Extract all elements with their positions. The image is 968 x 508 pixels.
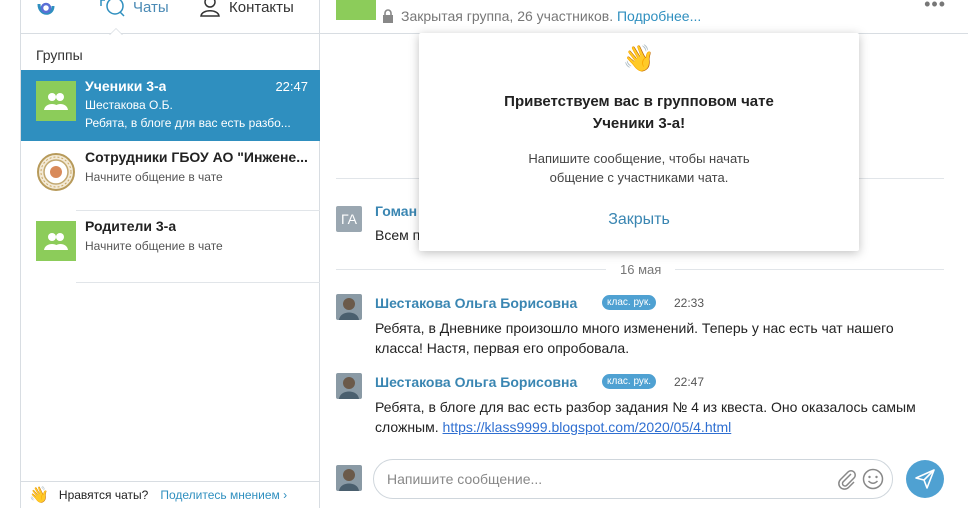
popup-title: Приветствуем вас в групповом чате Ученик… [439, 91, 839, 135]
lock-icon [383, 9, 393, 23]
message-time: 22:47 [674, 375, 705, 389]
chat-preview: Начните общение в чате [85, 170, 223, 184]
chat-header: Закрытая группа, 26 участников. Подробне… [320, 0, 968, 34]
chat-bubbles-icon [100, 0, 125, 17]
my-avatar-photo[interactable] [336, 465, 362, 491]
chat-divider [76, 282, 320, 283]
group-avatar [36, 81, 76, 121]
message-input[interactable] [373, 459, 893, 499]
chat-sidebar: Чаты Контакты Группы Ученики 3-а 22:47 Ш… [20, 0, 320, 508]
tab-chats[interactable]: Чаты [99, 0, 169, 18]
chat-item-parents-3a[interactable]: Родители 3-а Начните общение в чате [21, 211, 320, 282]
app-logo-icon[interactable] [33, 0, 59, 20]
welcome-popup: 👋 Приветствуем вас в групповом чате Учен… [419, 33, 859, 251]
user-avatar-initials[interactable]: ГА [336, 206, 362, 232]
active-tab-marker [109, 28, 123, 35]
popup-text-line2: общение с участниками чата. [549, 170, 729, 185]
emoji-icon[interactable] [862, 468, 884, 490]
message-text: Ребята, в Дневнике произошло много измен… [375, 320, 894, 356]
user-avatar-photo[interactable] [336, 373, 362, 399]
paperclip-icon[interactable] [836, 468, 858, 490]
more-options-icon[interactable]: ••• [924, 0, 946, 15]
feedback-bar: 👋 Нравятся чаты? Поделитесь мнением › [21, 481, 320, 508]
chat-preview: Начните общение в чате [85, 239, 223, 253]
feedback-question: Нравятся чаты? [58, 488, 149, 502]
chat-header-avatar[interactable] [336, 0, 376, 20]
message-text-container: Ребята, в блоге для вас есть разбор зада… [375, 397, 940, 437]
message: Шестакова Ольга Борисовна клас. рук. 22:… [336, 373, 936, 437]
popup-text-line1: Напишите сообщение, чтобы начать [528, 151, 750, 166]
group-avatar [36, 221, 76, 261]
chat-header-info: Закрытая группа, 26 участников. Подробне… [401, 8, 701, 24]
user-avatar-photo[interactable] [336, 294, 362, 320]
popup-text: Напишите сообщение, чтобы начать общение… [459, 149, 819, 187]
group-members-info: Закрытая группа, 26 участников. [401, 8, 614, 24]
date-separator-label: 16 мая [606, 262, 676, 277]
chat-main: Закрытая группа, 26 участников. Подробне… [320, 0, 968, 508]
group-icon [44, 93, 68, 110]
tab-contacts-label: Контакты [229, 0, 294, 16]
role-badge: клас. рук. [602, 295, 657, 310]
popup-title-line2: Ученики 3-а! [592, 115, 686, 132]
send-icon [915, 469, 935, 489]
chat-title: Сотрудники ГБОУ АО "Инжене... [85, 149, 308, 165]
chat-preview: Ребята, в блоге для вас есть разбо... [85, 116, 291, 130]
waving-hand-icon: 👋 [29, 487, 49, 504]
chat-title: Ученики 3-а [85, 78, 167, 94]
chat-title: Родители 3-а [85, 218, 177, 234]
message-time: 22:33 [674, 296, 705, 310]
popup-close-button[interactable]: Закрыть [419, 211, 859, 229]
message: Шестакова Ольга Борисовна клас. рук. 22:… [336, 294, 936, 358]
chat-item-staff[interactable]: Сотрудники ГБОУ АО "Инжене... Начните об… [21, 141, 320, 212]
message-author[interactable]: Гоман [375, 203, 417, 219]
role-badge: клас. рук. [602, 374, 657, 389]
chat-time: 22:47 [275, 79, 308, 94]
message-author[interactable]: Шестакова Ольга Борисовна [375, 374, 577, 390]
tab-chats-label: Чаты [133, 0, 169, 16]
message-link[interactable]: https://klass9999.blogspot.com/2020/05/4… [443, 419, 732, 435]
groups-section-label: Группы [36, 47, 83, 63]
chat-item-pupils-3a[interactable]: Ученики 3-а 22:47 Шестакова О.Б. Ребята,… [21, 70, 320, 141]
school-emblem-avatar [36, 152, 76, 192]
message-author[interactable]: Шестакова Ольга Борисовна [375, 295, 577, 311]
sidebar-topbar: Чаты Контакты [21, 0, 320, 35]
school-emblem-icon [37, 153, 75, 191]
person-icon [200, 0, 220, 17]
send-button[interactable] [906, 460, 944, 498]
group-icon [44, 233, 68, 250]
feedback-link[interactable]: Поделитесь мнением › [160, 488, 287, 502]
more-details-link[interactable]: Подробнее... [617, 8, 701, 24]
waving-hand-icon: 👋 [622, 43, 656, 73]
message-composer [336, 459, 956, 499]
chat-last-author: Шестакова О.Б. [85, 98, 173, 112]
popup-title-line1: Приветствуем вас в групповом чате [504, 93, 774, 110]
tab-contacts[interactable]: Контакты [199, 0, 294, 18]
